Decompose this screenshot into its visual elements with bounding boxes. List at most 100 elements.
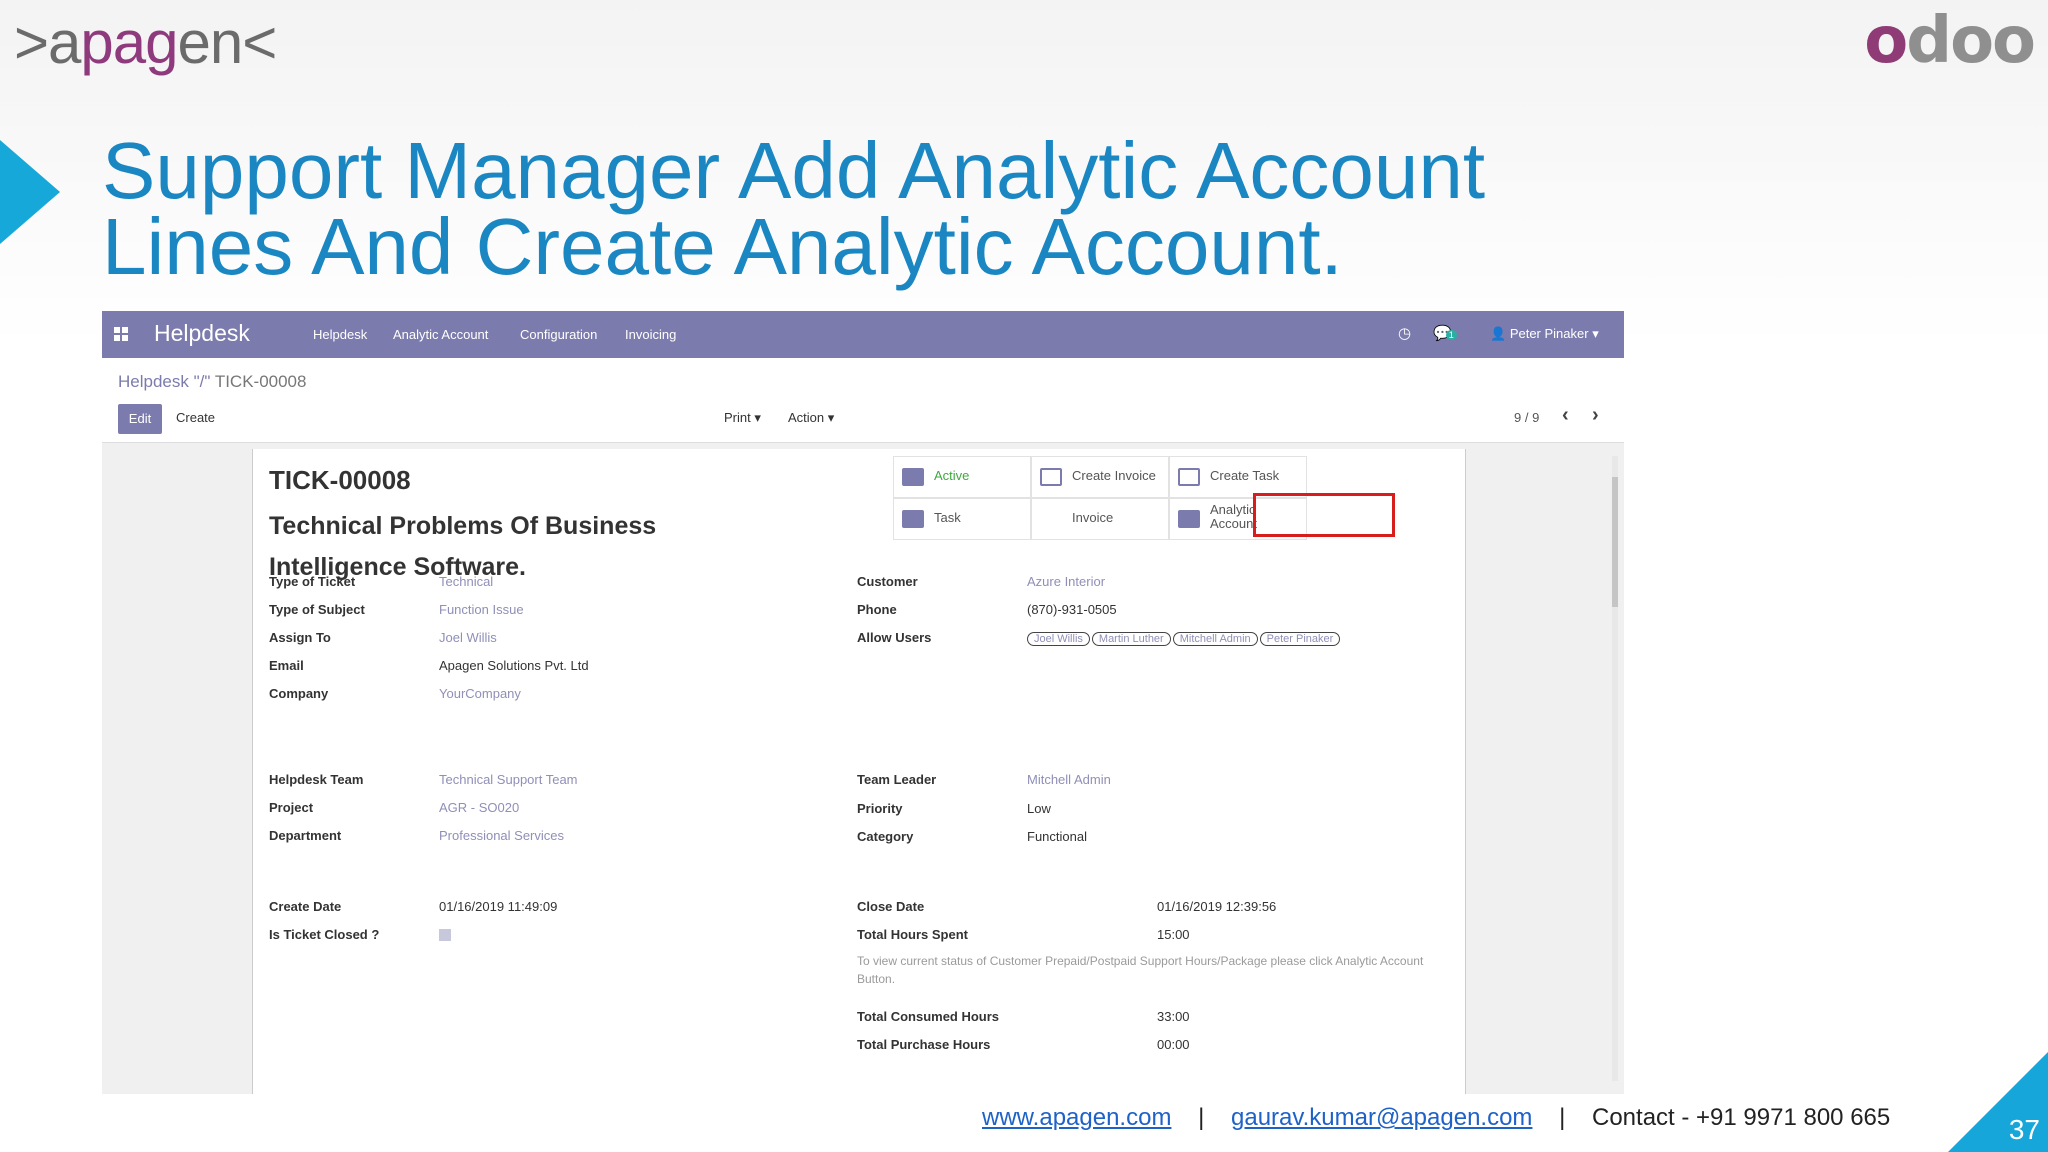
app-brand[interactable]: Helpdesk [154, 320, 250, 347]
value-total-purchase-hours: 00:00 [1157, 1037, 1190, 1052]
is-ticket-closed-checkbox[interactable] [439, 929, 451, 941]
label-is-ticket-closed: Is Ticket Closed ? [269, 927, 380, 942]
analytic-account-highlight-box [1253, 493, 1395, 537]
value-company[interactable]: YourCompany [439, 686, 521, 701]
form-sheet: TICK-00008 Technical Problems Of Busines… [252, 449, 1466, 1094]
control-panel: Helpdesk "/" TICK-00008 Edit Create Prin… [102, 358, 1624, 443]
label-close-date: Close Date [857, 899, 925, 914]
user-tag[interactable]: Peter Pinaker [1259, 632, 1341, 646]
print-label: Print [724, 410, 751, 425]
label-assign-to: Assign To [269, 630, 331, 645]
apagen-logo: >apagen< [14, 9, 277, 76]
odoo-logo: odoo [1864, 4, 2036, 78]
chat-icon[interactable]: 💬1 [1433, 324, 1457, 342]
menu-helpdesk[interactable]: Helpdesk [313, 327, 367, 342]
value-project[interactable]: AGR - SO020 [439, 800, 519, 815]
menu-configuration[interactable]: Configuration [520, 327, 597, 342]
value-assign-to[interactable]: Joel Willis [439, 630, 497, 645]
action-label: Action [788, 410, 825, 425]
user-tag[interactable]: Mitchell Admin [1172, 632, 1258, 646]
label-type-of-subject: Type of Subject [269, 602, 365, 617]
value-type-of-subject[interactable]: Function Issue [439, 602, 524, 617]
print-dropdown[interactable]: Print ▾ [724, 410, 761, 426]
activity-clock-icon[interactable]: ◷ [1398, 324, 1411, 342]
avatar: 👤 [1490, 326, 1507, 341]
task-button[interactable]: Task [893, 498, 1031, 540]
label-department: Department [269, 828, 342, 843]
value-total-consumed-hours: 33:00 [1157, 1009, 1190, 1024]
edit-button[interactable]: Edit [118, 404, 162, 434]
label-category: Category [857, 829, 914, 844]
user-tag[interactable]: Martin Luther [1091, 632, 1171, 646]
value-customer[interactable]: Azure Interior [1027, 574, 1105, 589]
label-email: Email [269, 658, 304, 673]
slide-arrow-decoration [0, 140, 60, 244]
value-department[interactable]: Professional Services [439, 828, 564, 843]
invoice-label: Invoice [1072, 510, 1114, 525]
edit-icon [1040, 468, 1062, 486]
contact-text: Contact - +91 9971 800 665 [1592, 1104, 1891, 1131]
value-create-date: 01/16/2019 11:49:09 [439, 899, 558, 914]
odoo-top-navbar: Helpdesk Helpdesk Analytic Account Confi… [102, 311, 1624, 358]
active-toggle-button[interactable]: Active [893, 456, 1031, 498]
invoice-button[interactable]: Invoice [1031, 498, 1169, 540]
action-dropdown[interactable]: Action ▾ [788, 410, 834, 426]
user-name: Peter Pinaker [1509, 326, 1589, 341]
previous-record-chevron-left-icon[interactable]: ‹ [1562, 404, 1569, 427]
value-total-hours-spent: 15:00 [1157, 927, 1190, 942]
email-link[interactable]: gaurav.kumar@apagen.com [1231, 1104, 1532, 1131]
slide-title: Support Manager Add Analytic Account Lin… [102, 126, 1642, 291]
menu-analytic-account[interactable]: Analytic Account [393, 327, 488, 342]
value-phone: (870)-931-0505 [1027, 602, 1117, 617]
edit-icon [1178, 468, 1200, 486]
label-total-hours-spent: Total Hours Spent [857, 927, 968, 942]
slide-title-line-2: Lines And Create Analytic Account. [102, 202, 1343, 291]
ticket-code: TICK-00008 [269, 465, 411, 495]
allow-users-tags: Joel Willis Martin Luther Mitchell Admin Pe… [1027, 630, 1342, 646]
create-invoice-label: Create Invoice [1072, 468, 1156, 483]
breadcrumb: Helpdesk "/" TICK-00008 [118, 372, 306, 392]
chat-badge: 1 [1445, 330, 1457, 340]
user-menu[interactable]: 👤 Peter Pinaker ▾ [1490, 326, 1599, 342]
pencil-icon [902, 510, 924, 528]
create-task-button[interactable]: Create Task [1169, 456, 1307, 498]
value-category: Functional [1027, 829, 1087, 844]
analytic-account-help-note: To view current status of Customer Prepa… [857, 954, 1424, 986]
value-priority: Low [1027, 801, 1051, 816]
breadcrumb-current: TICK-00008 [214, 372, 307, 391]
pager-value: 9 / 9 [1514, 410, 1540, 425]
label-company: Company [269, 686, 329, 701]
menu-invoicing[interactable]: Invoicing [625, 327, 676, 342]
footer-separator: | [1559, 1104, 1566, 1131]
footer-separator: | [1198, 1104, 1205, 1131]
archive-icon [902, 468, 924, 486]
label-create-date: Create Date [269, 899, 342, 914]
user-tag[interactable]: Joel Willis [1027, 632, 1090, 646]
active-label: Active [934, 468, 970, 483]
task-label: Task [934, 510, 961, 525]
value-type-of-ticket[interactable]: Technical [439, 574, 493, 589]
create-task-label: Create Task [1210, 468, 1280, 483]
label-helpdesk-team: Helpdesk Team [269, 772, 364, 787]
label-allow-users: Allow Users [857, 630, 932, 645]
value-email: Apagen Solutions Pvt. Ltd [439, 658, 589, 673]
value-helpdesk-team[interactable]: Technical Support Team [439, 772, 578, 787]
label-team-leader: Team Leader [857, 772, 937, 787]
value-team-leader[interactable]: Mitchell Admin [1027, 772, 1111, 787]
slide-title-line-1: Support Manager Add Analytic Account [102, 126, 1486, 215]
next-record-chevron-right-icon[interactable]: › [1592, 404, 1599, 427]
label-total-purchase-hours: Total Purchase Hours [857, 1037, 991, 1052]
label-project: Project [269, 800, 314, 815]
label-total-consumed-hours: Total Consumed Hours [857, 1009, 1000, 1024]
create-invoice-button[interactable]: Create Invoice [1031, 456, 1169, 498]
website-link[interactable]: www.apagen.com [982, 1104, 1171, 1131]
breadcrumb-link[interactable]: Helpdesk "/" [118, 372, 210, 391]
create-button[interactable]: Create [176, 410, 215, 425]
label-customer: Customer [857, 574, 918, 589]
label-priority: Priority [857, 801, 903, 816]
page-number: 37 [2008, 1114, 2040, 1145]
slide-footer: www.apagen.com | gaurav.kumar@apagen.com… [982, 1104, 1890, 1132]
label-type-of-ticket: Type of Ticket [269, 574, 356, 589]
scrollbar-thumb[interactable] [1612, 477, 1618, 607]
apps-menu-icon[interactable] [114, 327, 128, 341]
